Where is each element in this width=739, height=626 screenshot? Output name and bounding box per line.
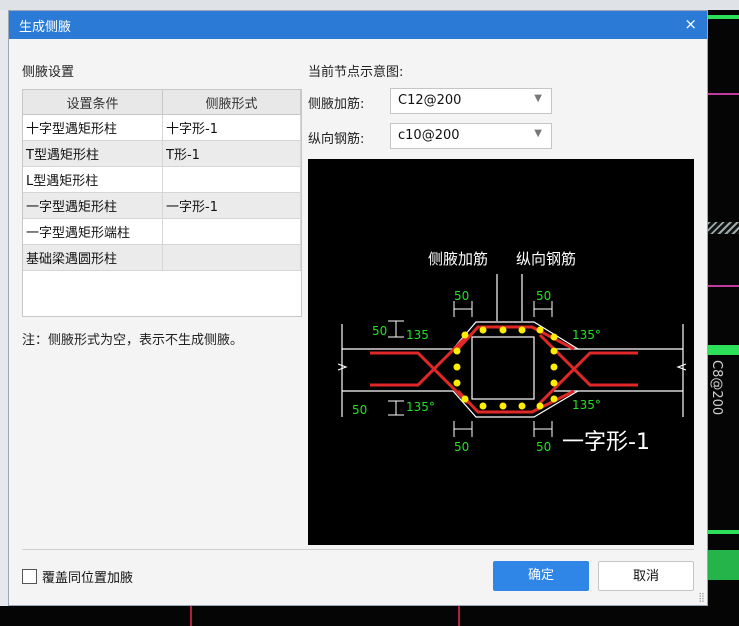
node-diagram: 侧腋加筋 纵向钢筋 50 50 50 50 50 50 135 135° 135… xyxy=(308,159,694,545)
table-row[interactable]: 基础梁遇圆形柱 xyxy=(23,244,301,271)
cad-left-strip xyxy=(0,10,8,626)
settings-grid: 设置条件 侧腋形式 十字型遇矩形柱 十字形-1 T型遇矩形柱 T形-1 L型遇矩… xyxy=(23,90,301,271)
side-rebar-label: 侧腋加筋: xyxy=(308,97,365,112)
angle-bottom-left: 135° xyxy=(406,400,435,414)
dim-left-top: 50 xyxy=(372,324,387,338)
dim-bottom-left: 50 xyxy=(454,440,469,454)
form-cell[interactable] xyxy=(162,166,301,193)
condition-cell[interactable]: L型遇矩形柱 xyxy=(23,166,163,193)
table-row[interactable]: 一字型遇矩形柱 一字形-1 xyxy=(23,192,301,219)
cad-canvas-right xyxy=(708,10,739,626)
chevron-down-icon: ▼ xyxy=(534,93,542,104)
haunch-settings-table[interactable]: 设置条件 侧腋形式 十字型遇矩形柱 十字形-1 T型遇矩形柱 T形-1 L型遇矩… xyxy=(22,89,302,317)
form-cell[interactable]: 一字形-1 xyxy=(162,192,301,219)
cancel-button[interactable]: 取消 xyxy=(598,561,694,591)
form-cell[interactable] xyxy=(162,218,301,245)
empty-form-note: 注：侧腋形式为空，表示不生成侧腋。 xyxy=(22,333,244,348)
form-cell[interactable] xyxy=(162,244,301,271)
checkbox-box[interactable] xyxy=(22,569,37,584)
cad-hatch xyxy=(708,222,739,234)
resize-grip-icon[interactable]: ⣿ xyxy=(698,593,705,603)
haunch-diagram-svg: 侧腋加筋 纵向钢筋 50 50 50 50 50 50 135 135° 135… xyxy=(337,250,687,455)
overwrite-label: 覆盖同位置加腋 xyxy=(42,571,134,586)
dim-top-right: 50 xyxy=(536,289,551,303)
form-name-label: 一字形-1 xyxy=(562,430,650,455)
cad-canvas-bottom xyxy=(0,606,708,626)
long-rebar-value: c10@200 xyxy=(398,128,460,143)
preview-label: 当前节点示意图: xyxy=(308,65,404,80)
table-row[interactable]: 一字型遇矩形端柱 xyxy=(23,218,301,245)
column-header-form[interactable]: 侧腋形式 xyxy=(162,90,301,115)
haunch-settings-label: 侧腋设置 xyxy=(22,65,75,80)
angle-top-left: 135 xyxy=(406,328,429,342)
side-rebar-value: C12@200 xyxy=(398,93,462,108)
cad-rebar-text: C8@200 xyxy=(709,360,724,416)
side-rebar-select[interactable]: C12@200 ▼ xyxy=(390,88,552,114)
long-rebar-select[interactable]: c10@200 ▼ xyxy=(390,123,552,149)
long-rebar-label: 纵向钢筋: xyxy=(308,132,365,147)
table-row[interactable]: T型遇矩形柱 T形-1 xyxy=(23,140,301,167)
angle-top-right: 135° xyxy=(572,328,601,342)
dim-left-bottom: 50 xyxy=(352,403,367,417)
column-header-condition[interactable]: 设置条件 xyxy=(23,90,163,115)
dialog-title: 生成侧腋 xyxy=(19,20,72,35)
dim-top-left: 50 xyxy=(454,289,469,303)
generate-haunch-dialog: 生成侧腋 × 侧腋设置 设置条件 侧腋形式 十字型遇矩形柱 十字形-1 T型遇矩… xyxy=(8,10,708,606)
condition-cell[interactable]: 十字型遇矩形柱 xyxy=(23,114,163,141)
form-cell[interactable]: 十字形-1 xyxy=(162,114,301,141)
angle-bottom-right: 135° xyxy=(572,398,601,412)
chevron-down-icon: ▼ xyxy=(534,128,542,139)
condition-cell[interactable]: 一字型遇矩形端柱 xyxy=(23,218,163,245)
ok-button[interactable]: 确定 xyxy=(493,561,589,591)
overwrite-checkbox[interactable]: 覆盖同位置加腋 xyxy=(22,567,133,586)
title-bar[interactable]: 生成侧腋 × xyxy=(9,11,707,39)
dim-bottom-right: 50 xyxy=(536,440,551,454)
form-cell[interactable]: T形-1 xyxy=(162,140,301,167)
condition-cell[interactable]: T型遇矩形柱 xyxy=(23,140,163,167)
label-long-rebar: 纵向钢筋 xyxy=(516,250,576,268)
condition-cell[interactable]: 一字型遇矩形柱 xyxy=(23,192,163,219)
close-icon[interactable]: × xyxy=(684,15,697,33)
cad-toolbar-strip xyxy=(0,0,739,10)
table-row[interactable]: L型遇矩形柱 xyxy=(23,166,301,193)
condition-cell[interactable]: 基础梁遇圆形柱 xyxy=(23,244,163,271)
footer-divider xyxy=(22,549,694,550)
table-row[interactable]: 十字型遇矩形柱 十字形-1 xyxy=(23,114,301,141)
label-side-rebar: 侧腋加筋 xyxy=(428,250,488,268)
